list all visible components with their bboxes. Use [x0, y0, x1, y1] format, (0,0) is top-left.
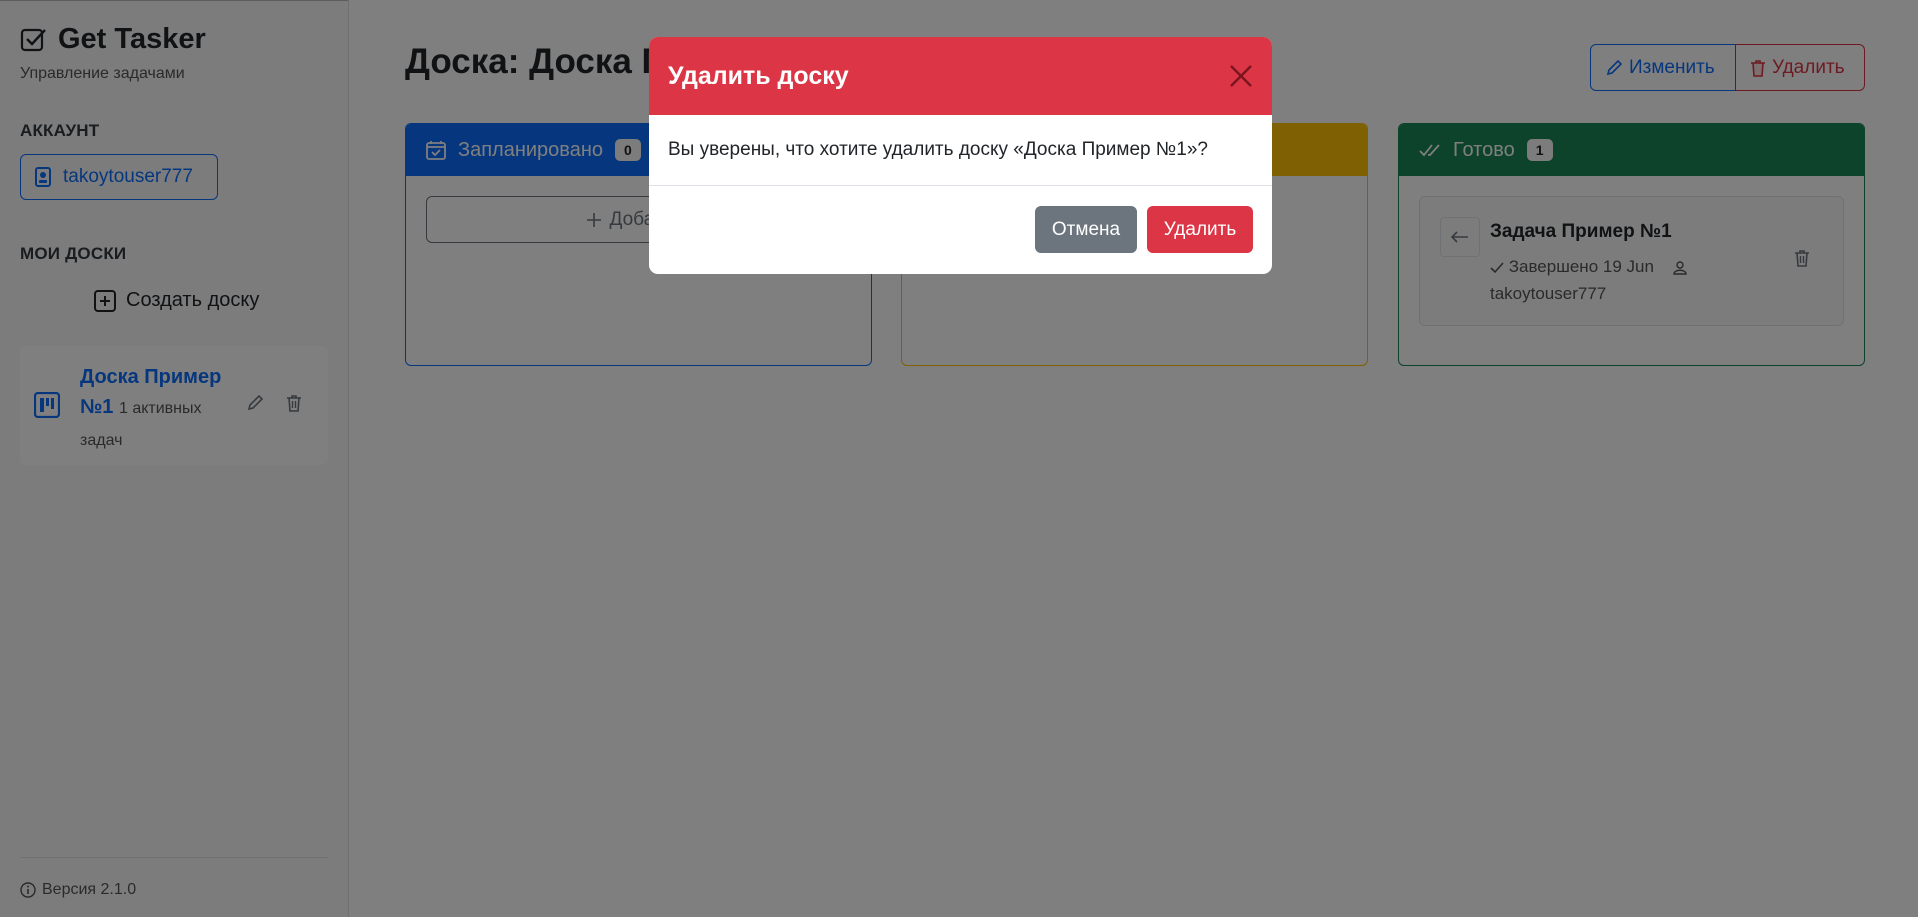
- modal-message: Вы уверены, что хотите удалить доску «До…: [668, 139, 1208, 160]
- confirm-delete-button[interactable]: Удалить: [1147, 206, 1253, 253]
- modal-header: Удалить доску: [649, 37, 1272, 115]
- close-icon[interactable]: [1228, 63, 1254, 89]
- modal-title: Удалить доску: [668, 61, 849, 90]
- delete-board-modal: Удалить доску Вы уверены, что хотите уда…: [649, 37, 1272, 274]
- modal-footer: Отмена Удалить: [649, 186, 1272, 274]
- modal-body: Вы уверены, что хотите удалить доску «До…: [649, 115, 1272, 186]
- cancel-button[interactable]: Отмена: [1035, 206, 1137, 253]
